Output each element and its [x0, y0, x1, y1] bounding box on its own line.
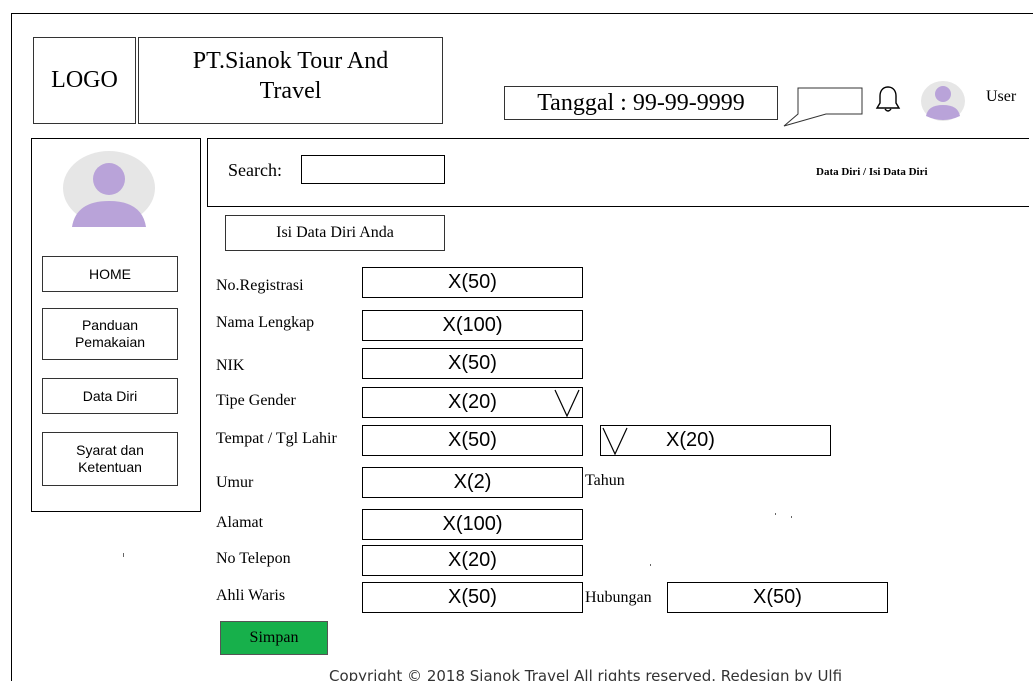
user-avatar-icon[interactable] — [920, 80, 966, 127]
label-nama-lengkap: Nama Lengkap — [216, 314, 315, 331]
search-input[interactable] — [301, 155, 445, 184]
sidebar-item-label: Syarat dan Ketentuan — [76, 442, 144, 475]
nik-field[interactable]: X(50) — [362, 348, 583, 379]
sidebar-item-data-diri[interactable]: Data Diri — [42, 378, 178, 414]
stray-mark — [775, 513, 776, 515]
save-button-label: Simpan — [249, 629, 299, 646]
profile-avatar-icon — [62, 151, 156, 234]
date-display: Tanggal : 99-99-9999 — [504, 86, 778, 120]
save-button[interactable]: Simpan — [220, 621, 328, 655]
nama-lengkap-field[interactable]: X(100) — [362, 310, 583, 341]
field-value: X(50) — [448, 352, 497, 374]
umur-field[interactable]: X(2) — [362, 467, 583, 498]
field-value: X(20) — [448, 549, 497, 571]
logo-text: LOGO — [51, 67, 118, 93]
dropdown-caret-icon — [602, 427, 628, 455]
alamat-field[interactable]: X(100) — [362, 509, 583, 540]
sidebar-item-label: Panduan Pemakaian — [74, 317, 146, 350]
umur-suffix: Tahun — [585, 472, 625, 489]
hubungan-field[interactable]: X(50) — [667, 582, 888, 613]
form-title-text: Isi Data Diri Anda — [276, 224, 394, 241]
sidebar-item-panduan[interactable]: Panduan Pemakaian — [42, 308, 178, 360]
stray-mark — [123, 553, 124, 557]
tempat-lahir-field[interactable]: X(50) — [362, 425, 583, 456]
field-value: X(2) — [453, 471, 492, 493]
stray-mark — [650, 564, 651, 566]
tgl-lahir-select[interactable]: X(20) — [600, 425, 831, 456]
no-telepon-field[interactable]: X(20) — [362, 545, 583, 576]
breadcrumb: Data Diri / Isi Data Diri — [816, 166, 928, 178]
field-value: X(50) — [448, 429, 497, 451]
field-value: X(20) — [666, 429, 715, 451]
copyright-text: Copyright © 2018 Sianok Travel All right… — [329, 667, 843, 681]
field-value: X(50) — [753, 586, 802, 608]
dropdown-caret-icon — [554, 389, 580, 417]
ahli-waris-field[interactable]: X(50) — [362, 582, 583, 613]
label-tempat-tgl-lahir: Tempat / Tgl Lahir — [216, 430, 337, 447]
label-alamat: Alamat — [216, 514, 264, 531]
sidebar-item-syarat[interactable]: Syarat dan Ketentuan — [42, 432, 178, 486]
label-ahli-waris: Ahli Waris — [216, 587, 286, 604]
label-hubungan: Hubungan — [585, 589, 652, 606]
form-title: Isi Data Diri Anda — [225, 215, 445, 251]
label-umur: Umur — [216, 474, 254, 491]
gender-select[interactable]: X(20) — [362, 387, 583, 418]
bell-icon[interactable] — [874, 84, 902, 119]
label-nik: NIK — [216, 357, 245, 374]
search-label: Search: — [228, 160, 282, 180]
label-no-registrasi: No.Registrasi — [216, 277, 304, 294]
company-name: PT.Sianok Tour And Travel — [138, 37, 443, 124]
user-label[interactable]: User — [986, 88, 1016, 106]
sidebar-item-home[interactable]: HOME — [42, 256, 178, 292]
company-name-line2: Travel — [259, 78, 322, 104]
no-registrasi-field[interactable]: X(50) — [362, 267, 583, 298]
field-value: X(50) — [448, 271, 497, 293]
field-value: X(100) — [442, 513, 503, 535]
sidebar-item-label: HOME — [89, 265, 131, 282]
field-value: X(20) — [448, 391, 497, 413]
stray-mark — [791, 516, 792, 518]
logo: LOGO — [33, 37, 136, 124]
company-name-line1: PT.Sianok Tour And — [192, 48, 389, 74]
field-value: X(50) — [448, 586, 497, 608]
field-value: X(100) — [442, 314, 503, 336]
chat-bubble-icon[interactable] — [780, 80, 866, 133]
sidebar-item-label: Data Diri — [82, 387, 138, 404]
label-tipe-gender: Tipe Gender — [216, 392, 296, 409]
label-no-telepon: No Telepon — [216, 550, 291, 567]
date-text: Tanggal : 99-99-9999 — [537, 89, 745, 116]
